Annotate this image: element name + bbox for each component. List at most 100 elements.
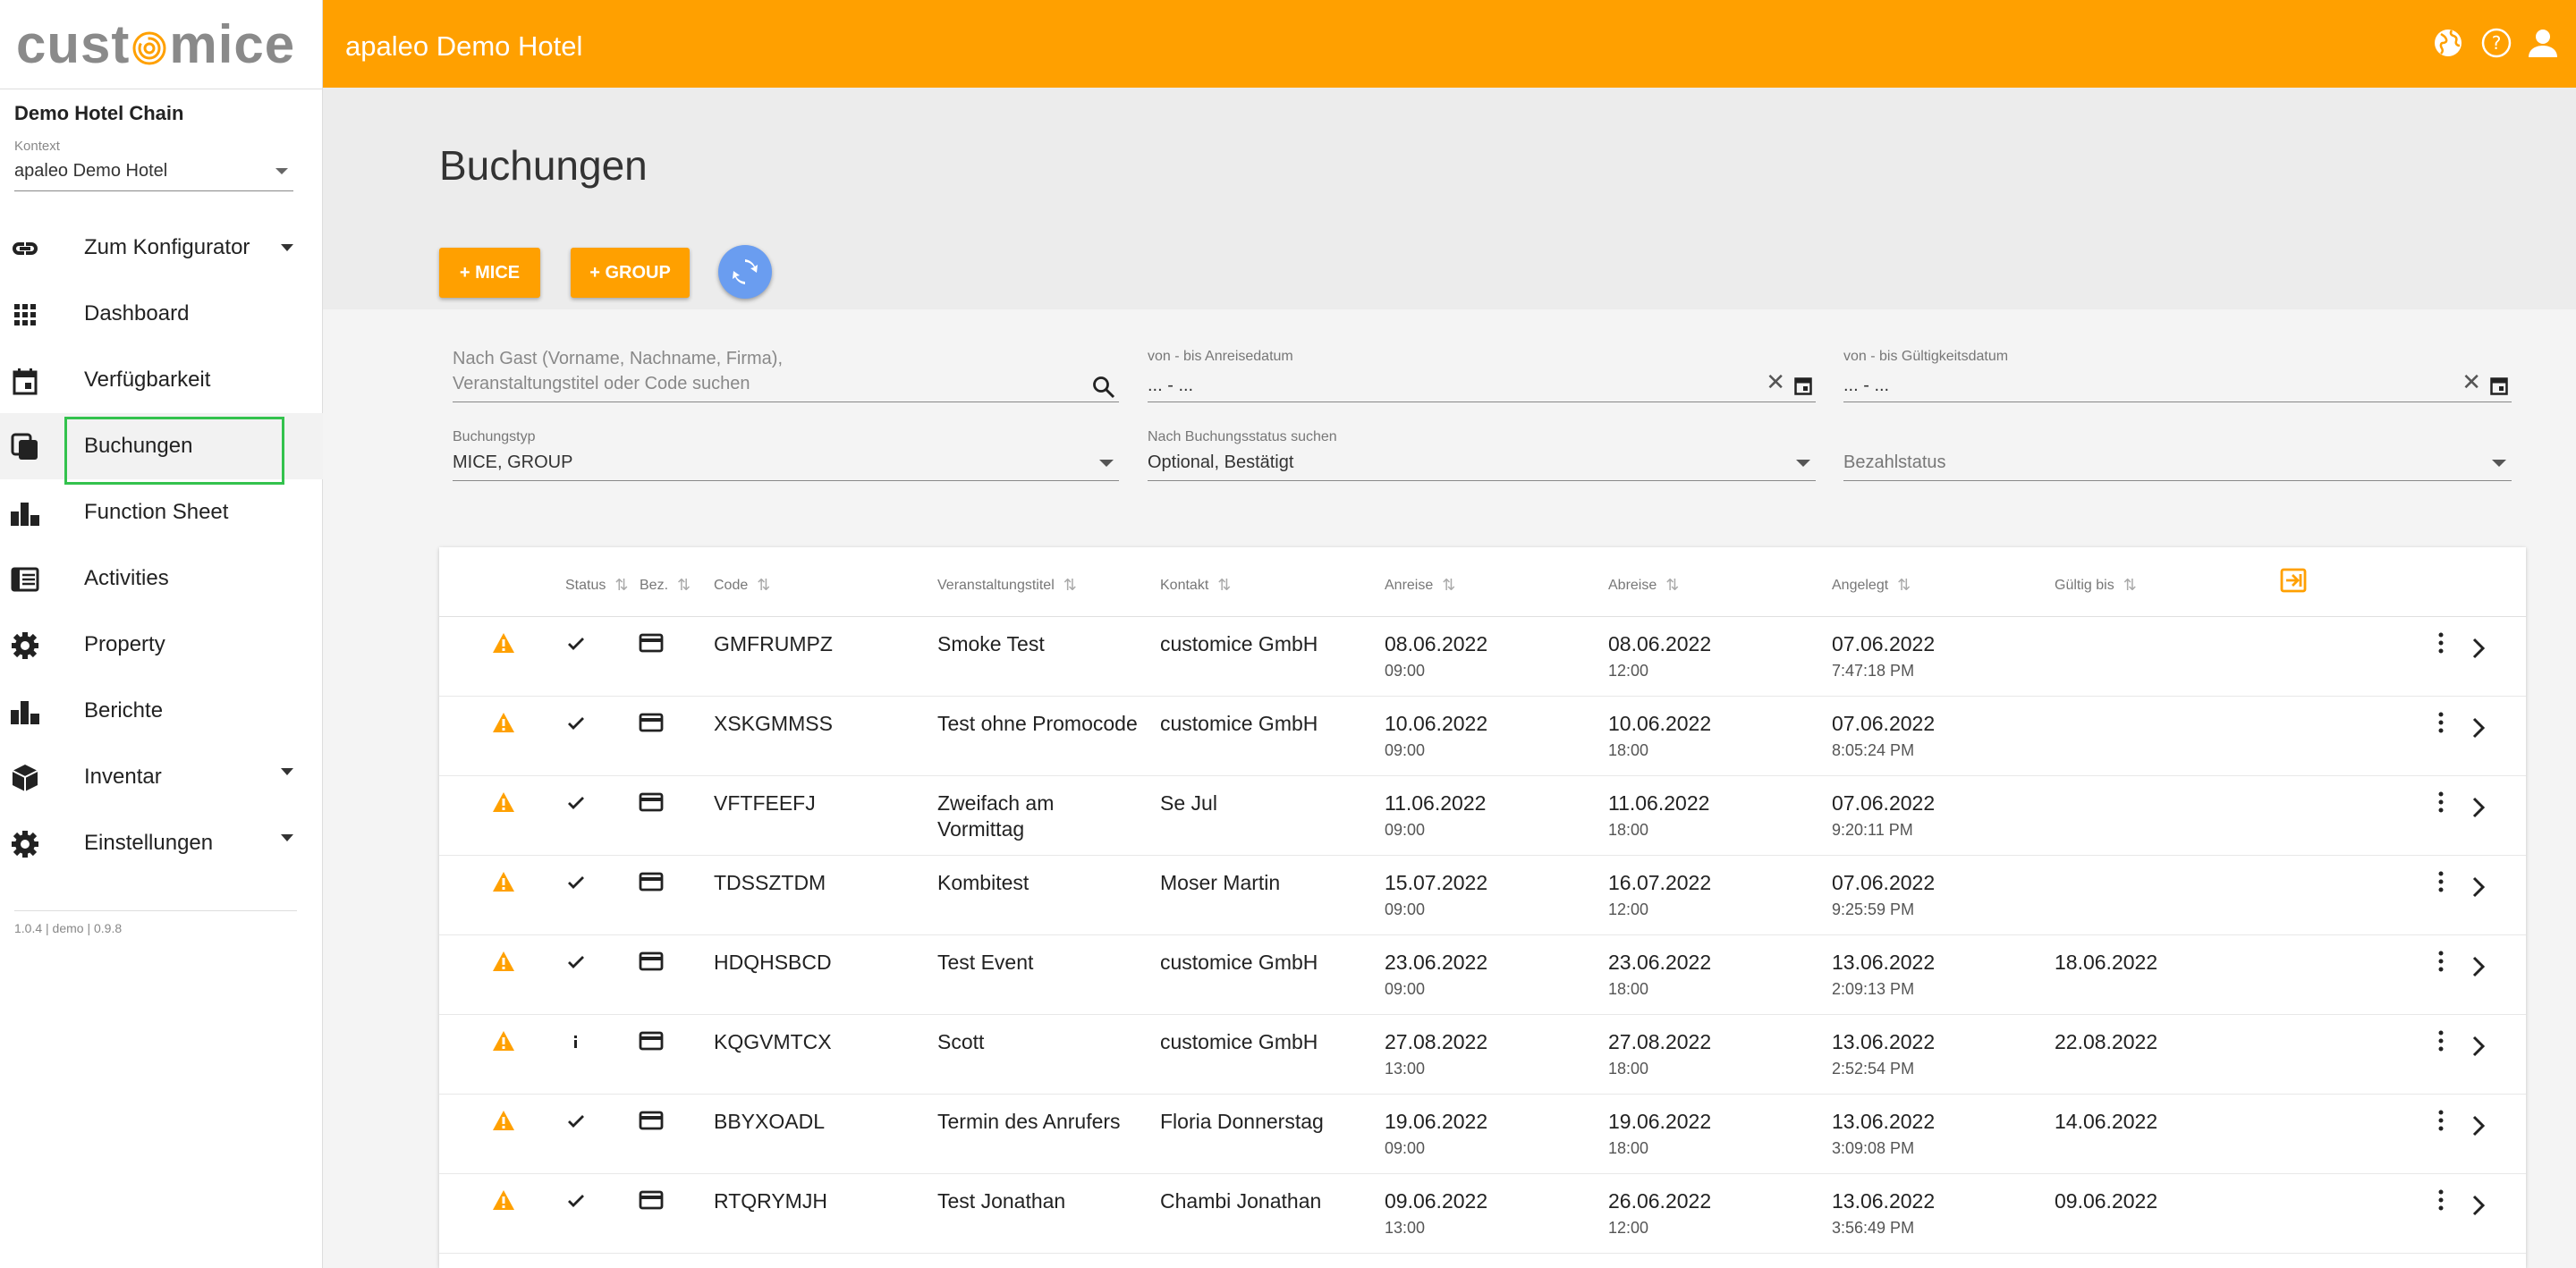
table-row[interactable]: GMFRUMPZ Smoke Test customice GmbH 08.06.20… xyxy=(439,617,2526,697)
event-title: Kombitest xyxy=(937,871,1030,894)
more-vert-icon[interactable] xyxy=(2436,711,2445,734)
logo-text-left: cust xyxy=(16,14,131,74)
booking-code[interactable]: RTQRYMJH xyxy=(714,1189,827,1213)
contact-name: Se Jul xyxy=(1160,791,1217,815)
event-title: Test Event xyxy=(937,951,1034,974)
chevron-right-icon[interactable] xyxy=(2471,875,2486,899)
more-vert-icon[interactable] xyxy=(2436,950,2445,973)
payment-status-select[interactable]: Bezahlstatus xyxy=(1843,429,2512,481)
booking-code[interactable]: TDSSZTDM xyxy=(714,871,826,895)
clear-icon[interactable]: ✕ xyxy=(2462,368,2481,396)
departure-time: 18:00 xyxy=(1608,741,1649,759)
sidebar-item-einstellungen[interactable]: Einstellungen xyxy=(0,810,323,876)
arrival-date: 10.06.2022 xyxy=(1385,712,1488,735)
table-row[interactable]: HDQHSBCD Test Event customice GmbH 23.06.20… xyxy=(439,935,2526,1015)
booking-type-value: MICE, GROUP xyxy=(453,452,573,472)
col-header-created[interactable]: Angelegt ⇅ xyxy=(1832,576,1911,595)
kontext-select[interactable]: apaleo Demo Hotel xyxy=(14,161,293,191)
kontext-value: apaleo Demo Hotel xyxy=(14,161,168,181)
sort-icon[interactable]: ⇅ xyxy=(2123,576,2137,595)
table-row[interactable]: BBYXOADL Termin des Anrufers Floria Donner… xyxy=(439,1095,2526,1174)
arrival-date: 23.06.2022 xyxy=(1385,951,1488,974)
user-icon[interactable] xyxy=(2527,27,2559,59)
chevron-right-icon[interactable] xyxy=(2471,1035,2486,1058)
col-header-contact[interactable]: Kontakt ⇅ xyxy=(1160,576,1231,595)
created-date: 13.06.2022 xyxy=(1832,1030,1936,1053)
globe-icon[interactable] xyxy=(2432,27,2464,59)
booking-status-select[interactable]: Nach Buchungsstatus suchen Optional, Bes… xyxy=(1148,429,1816,481)
logo-text-right: mice xyxy=(169,14,296,74)
more-vert-icon[interactable] xyxy=(2436,870,2445,893)
event-title: Scott xyxy=(937,1030,985,1053)
add-mice-button[interactable]: + MICE xyxy=(439,248,540,298)
chevron-right-icon[interactable] xyxy=(2471,955,2486,978)
calendar-icon[interactable] xyxy=(1794,376,1812,395)
sort-icon[interactable]: ⇅ xyxy=(1217,576,1231,595)
col-header-bez[interactable]: Bez. ⇅ xyxy=(640,576,691,595)
calendar-icon[interactable] xyxy=(2490,376,2508,395)
more-vert-icon[interactable] xyxy=(2436,1109,2445,1132)
chevron-right-icon[interactable] xyxy=(2471,796,2486,819)
sidebar-item-buchungen[interactable]: Buchungen xyxy=(0,413,323,485)
clear-icon[interactable]: ✕ xyxy=(1766,368,1785,396)
sidebar-item-berichte[interactable]: Berichte xyxy=(0,678,323,744)
sidebar-item-inventar[interactable]: Inventar xyxy=(0,744,323,810)
warning-icon xyxy=(493,951,514,971)
booking-code[interactable]: BBYXOADL xyxy=(714,1110,825,1134)
table-row[interactable]: TDSSZTDM Kombitest Moser Martin 15.07.2022 0… xyxy=(439,856,2526,935)
sidebar-item-activities[interactable]: Activities xyxy=(0,545,323,612)
chevron-right-icon[interactable] xyxy=(2471,1114,2486,1137)
search-icon[interactable] xyxy=(1092,376,1115,399)
col-header-departure[interactable]: Abreise ⇅ xyxy=(1608,576,1679,595)
chevron-right-icon[interactable] xyxy=(2471,716,2486,740)
booking-code[interactable]: XSKGMMSS xyxy=(714,712,833,736)
sort-icon[interactable]: ⇅ xyxy=(1442,576,1455,595)
add-group-button[interactable]: + GROUP xyxy=(571,248,690,298)
booking-code[interactable]: KQGVMTCX xyxy=(714,1030,832,1054)
event-title: Zweifach am xyxy=(937,791,1055,815)
booking-type-select[interactable]: Buchungstyp MICE, GROUP xyxy=(453,429,1119,481)
sidebar-item-dashboard[interactable]: Dashboard xyxy=(0,281,323,347)
sort-icon[interactable]: ⇅ xyxy=(677,576,691,595)
more-vert-icon[interactable] xyxy=(2436,1188,2445,1212)
sort-icon[interactable]: ⇅ xyxy=(757,576,770,595)
validity-date-range-field[interactable]: von - bis Gültigkeitsdatum ... - ... ✕ xyxy=(1843,349,2512,402)
gear-icon xyxy=(12,831,38,858)
col-header-arrival[interactable]: Anreise ⇅ xyxy=(1385,576,1455,595)
departure-date: 16.07.2022 xyxy=(1608,871,1712,894)
table-row[interactable]: KQGVMTCX Scott customice GmbH 27.08.2022 13:… xyxy=(439,1015,2526,1095)
booking-code[interactable]: GMFRUMPZ xyxy=(714,632,833,656)
more-vert-icon[interactable] xyxy=(2436,1029,2445,1052)
refresh-button[interactable] xyxy=(718,245,772,299)
help-icon[interactable]: ? xyxy=(2480,27,2512,59)
booking-code[interactable]: VFTFEEFJ xyxy=(714,791,816,816)
created-time: 2:52:54 PM xyxy=(1832,1060,1915,1078)
valid-until-date: 22.08.2022 xyxy=(2055,1030,2158,1053)
col-header-code[interactable]: Code ⇅ xyxy=(714,576,770,595)
more-vert-icon[interactable] xyxy=(2436,631,2445,655)
sidebar-item-verfuegbarkeit[interactable]: Verfügbarkeit xyxy=(0,347,323,413)
sidebar-item-property[interactable]: Property xyxy=(0,612,323,678)
col-header-valid[interactable]: Gültig bis ⇅ xyxy=(2055,576,2137,595)
export-icon[interactable] xyxy=(2280,567,2307,594)
sort-icon[interactable]: ⇅ xyxy=(1665,576,1679,595)
arrival-date-range-field[interactable]: von - bis Anreisedatum ... - ... ✕ xyxy=(1148,349,1816,402)
table-row[interactable]: XSKGMMSS Test ohne Promocode customice Gmb… xyxy=(439,697,2526,776)
sort-icon[interactable]: ⇅ xyxy=(1063,576,1077,595)
table-row[interactable]: RTQRYMJH Test Jonathan Chambi Jonathan 09.0… xyxy=(439,1174,2526,1254)
col-header-title[interactable]: Veranstaltungstitel ⇅ xyxy=(937,576,1077,595)
sidebar-item-zum-konfigurator[interactable]: Zum Konfigurator xyxy=(0,215,323,281)
search-input[interactable]: Nach Gast (Vorname, Nachname, Firma), Ve… xyxy=(453,347,1119,402)
departure-time: 18:00 xyxy=(1608,980,1649,998)
more-vert-icon[interactable] xyxy=(2436,790,2445,814)
sidebar-item-function-sheet[interactable]: Function Sheet xyxy=(0,479,323,545)
col-header-status[interactable]: Status ⇅ xyxy=(565,576,628,595)
sort-icon[interactable]: ⇅ xyxy=(1897,576,1911,595)
chevron-right-icon[interactable] xyxy=(2471,1194,2486,1217)
booking-code[interactable]: HDQHSBCD xyxy=(714,951,832,975)
sidebar: cust mice Demo Hotel Chain Kontext apale… xyxy=(0,0,323,1268)
table-row[interactable]: VFTFEEFJ Zweifach am Vormittag Se Jul 11.06.… xyxy=(439,776,2526,856)
link-icon xyxy=(13,242,38,255)
sort-icon[interactable]: ⇅ xyxy=(614,576,628,595)
chevron-right-icon[interactable] xyxy=(2471,637,2486,660)
